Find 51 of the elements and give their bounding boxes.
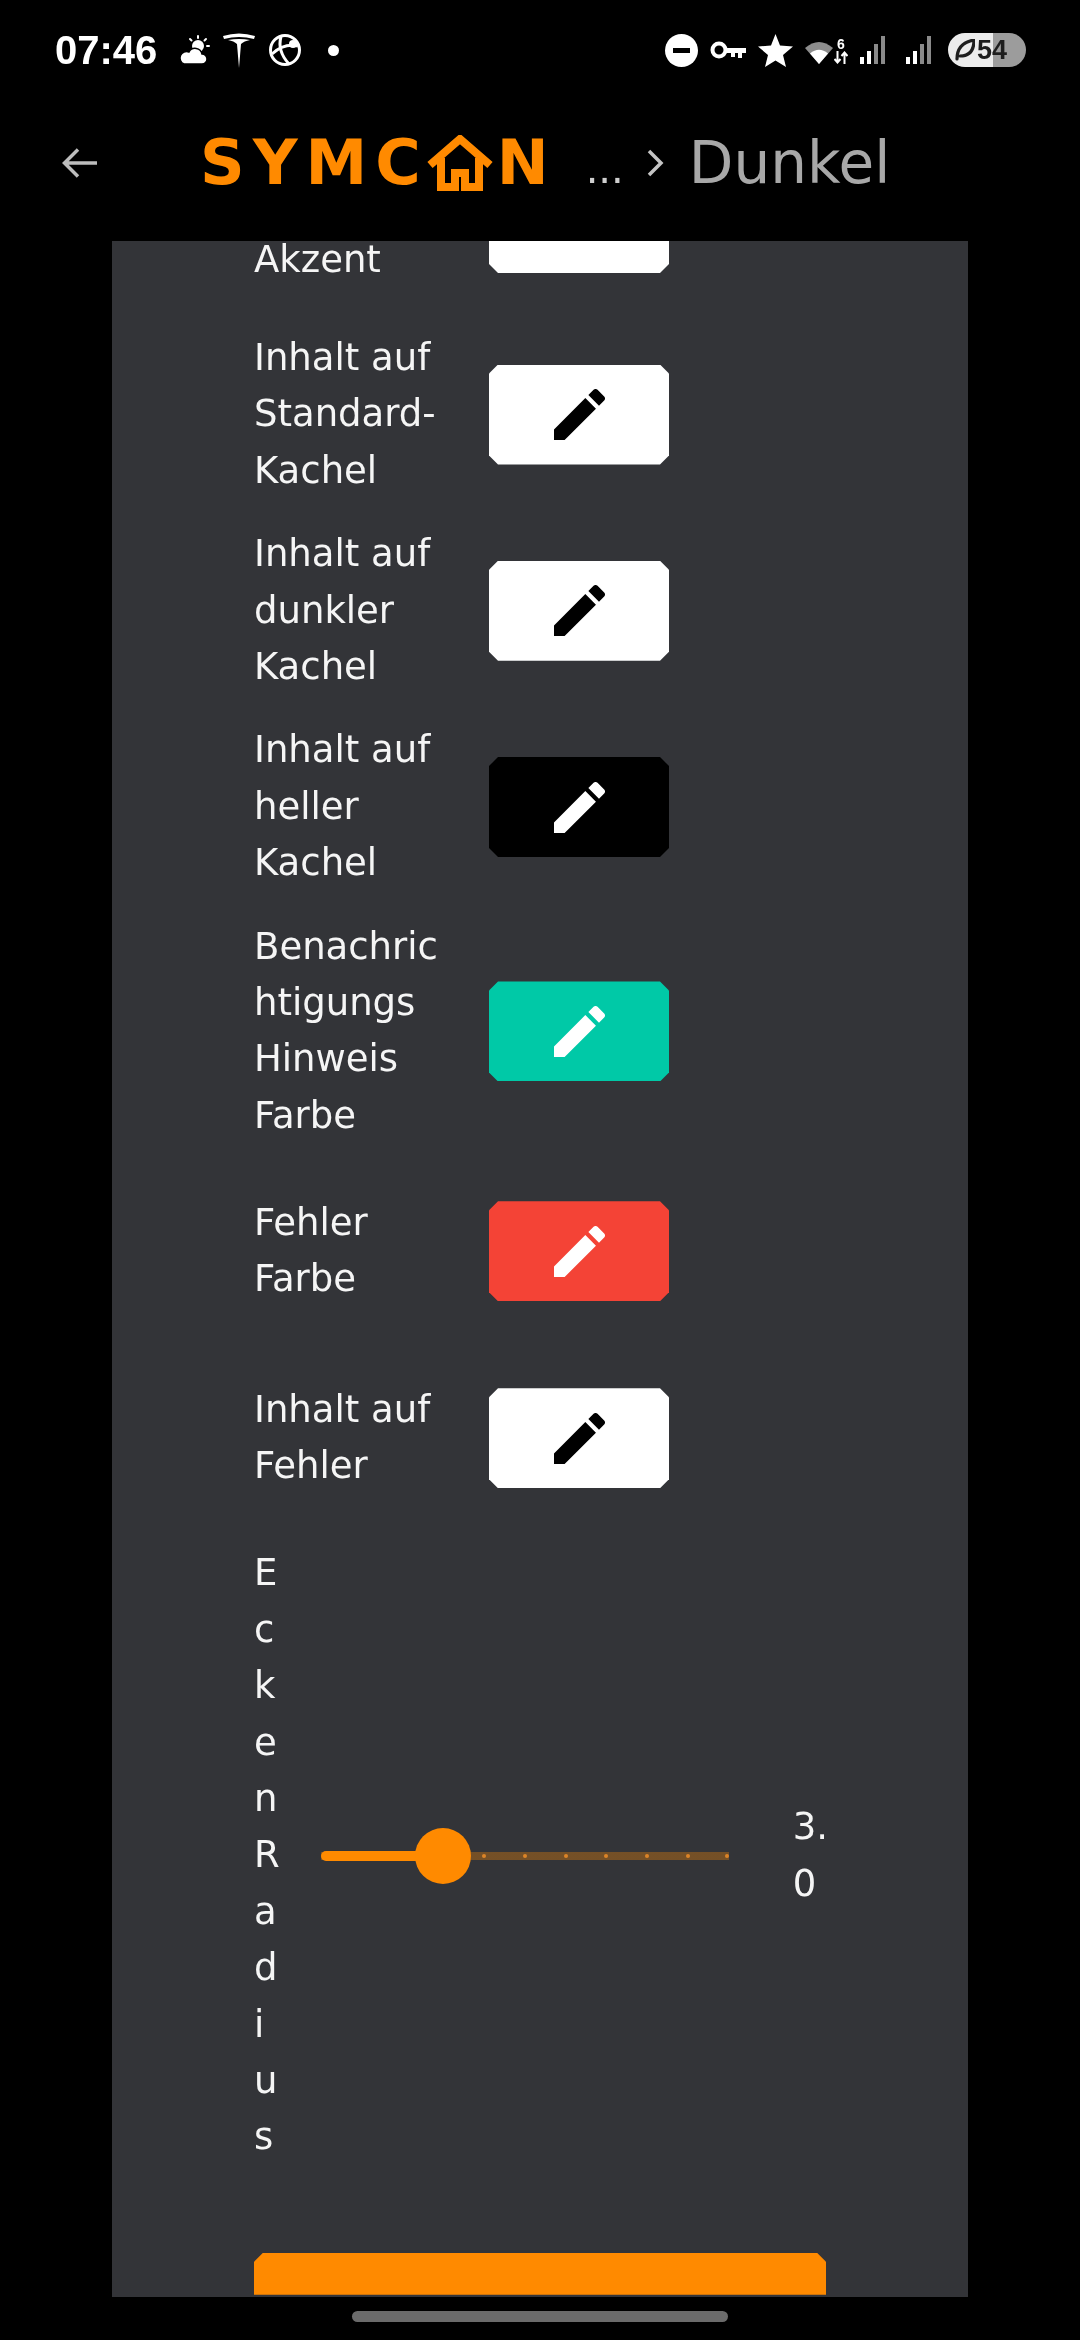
globe-icon [268, 33, 303, 67]
wifi-standard-label: 6 [837, 36, 845, 51]
setting-label: Inhalt auf Standard- Kachel [254, 335, 437, 494]
tick-mark [724, 1853, 729, 1858]
breadcrumb-ellipsis[interactable]: ... [585, 149, 624, 189]
star-icon [758, 33, 793, 67]
pencil-icon [553, 1225, 605, 1277]
color-picker-button[interactable] [489, 1201, 669, 1302]
tick-mark [645, 1853, 650, 1858]
chevron-right-icon [645, 147, 664, 178]
data-arrows-icon [834, 50, 848, 64]
color-picker-button[interactable] [489, 560, 669, 661]
color-picker-button[interactable] [489, 364, 669, 465]
logo-text: N [496, 131, 557, 194]
tick-mark [481, 1853, 486, 1858]
setting-label: Fehler Farbe [254, 1199, 369, 1303]
pencil-icon [553, 1412, 605, 1464]
tick-mark [522, 1853, 527, 1858]
signal-bars-icon [860, 36, 886, 64]
do-not-disturb-icon [665, 33, 698, 67]
action-button[interactable] [254, 2252, 826, 2295]
page-title: Dunkel [688, 133, 891, 192]
slider-value: 3.0 [792, 1804, 830, 1907]
back-arrow-icon [61, 146, 98, 179]
color-picker-button[interactable] [489, 1388, 669, 1489]
signal-bars-icon [906, 36, 932, 64]
color-picker-button[interactable] [489, 241, 669, 273]
pencil-icon [553, 389, 605, 441]
tick-mark [604, 1853, 609, 1858]
color-picker-button[interactable] [489, 981, 669, 1082]
pencil-icon [553, 585, 605, 637]
status-time: 07:46 [55, 30, 158, 70]
tick-mark [685, 1853, 690, 1858]
setting-label: Inhalt auf Fehler [254, 1386, 432, 1490]
tick-mark [563, 1853, 568, 1858]
setting-label: Inhalt auf heller Kachel [254, 727, 432, 887]
setting-label: Akzent [254, 241, 382, 279]
logo-text: SYMC [200, 131, 429, 194]
setting-label: Benachric htigungs Hinweis Farbe [254, 923, 439, 1139]
back-button[interactable] [61, 146, 98, 179]
key-icon [710, 40, 746, 60]
battery-percent: 54 [977, 36, 1008, 64]
pencil-icon [553, 1005, 605, 1057]
leaf-icon [955, 39, 975, 61]
setting-label: Inhalt auf dunkler Kachel [254, 531, 432, 691]
pencil-icon [553, 781, 605, 833]
notification-dot-icon [328, 44, 340, 56]
color-picker-button[interactable] [489, 757, 669, 858]
setting-label: EckenRadius [254, 1550, 281, 2161]
wifi-icon [805, 39, 833, 64]
house-icon [426, 134, 493, 191]
